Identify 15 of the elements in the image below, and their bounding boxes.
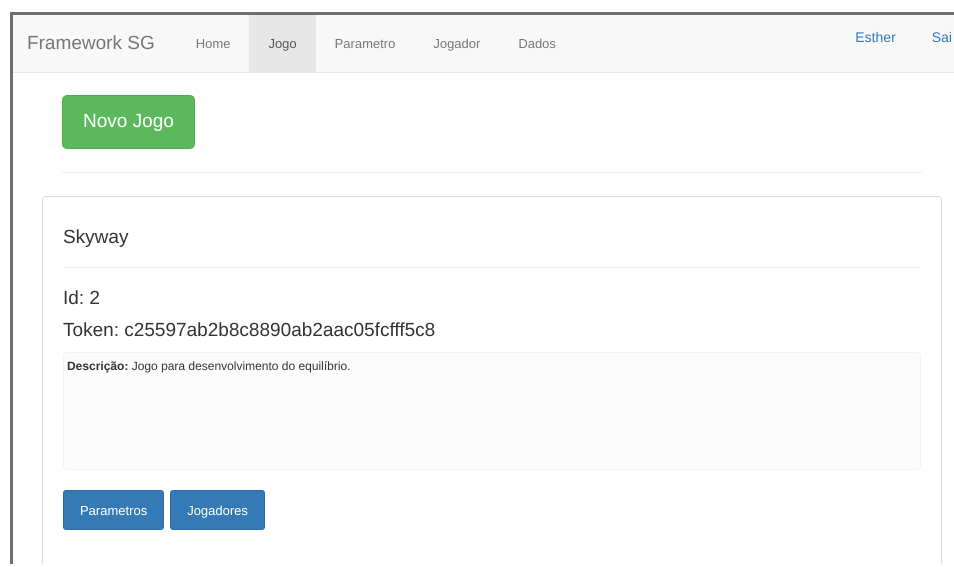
action-button[interactable]: Parametros xyxy=(63,490,164,530)
card-title: Skyway xyxy=(63,226,130,250)
token-text: Token: c25597ab2b8c8890ab2aac05fcfff5c8 xyxy=(63,320,436,342)
brand-title[interactable]: Framework SG xyxy=(13,15,177,72)
nav-tab[interactable]: Jogo xyxy=(249,15,316,72)
description-text: Descrição: Jogo para desenvolvimento do equilíbrio. xyxy=(67,359,351,373)
nav-tab[interactable]: Parametro xyxy=(316,15,414,72)
nav-tab[interactable]: Dados xyxy=(499,15,575,72)
new-game-button[interactable]: Novo Jogo xyxy=(62,95,195,149)
action-button[interactable]: Jogadores xyxy=(170,490,265,530)
nav-tab[interactable]: Home xyxy=(176,15,250,72)
nav-link[interactable]: Esther xyxy=(855,29,896,72)
nav-link[interactable]: Sai xyxy=(932,29,952,72)
nav-tab[interactable]: Jogador xyxy=(414,15,500,72)
id-text: Id: 2 xyxy=(63,288,101,310)
